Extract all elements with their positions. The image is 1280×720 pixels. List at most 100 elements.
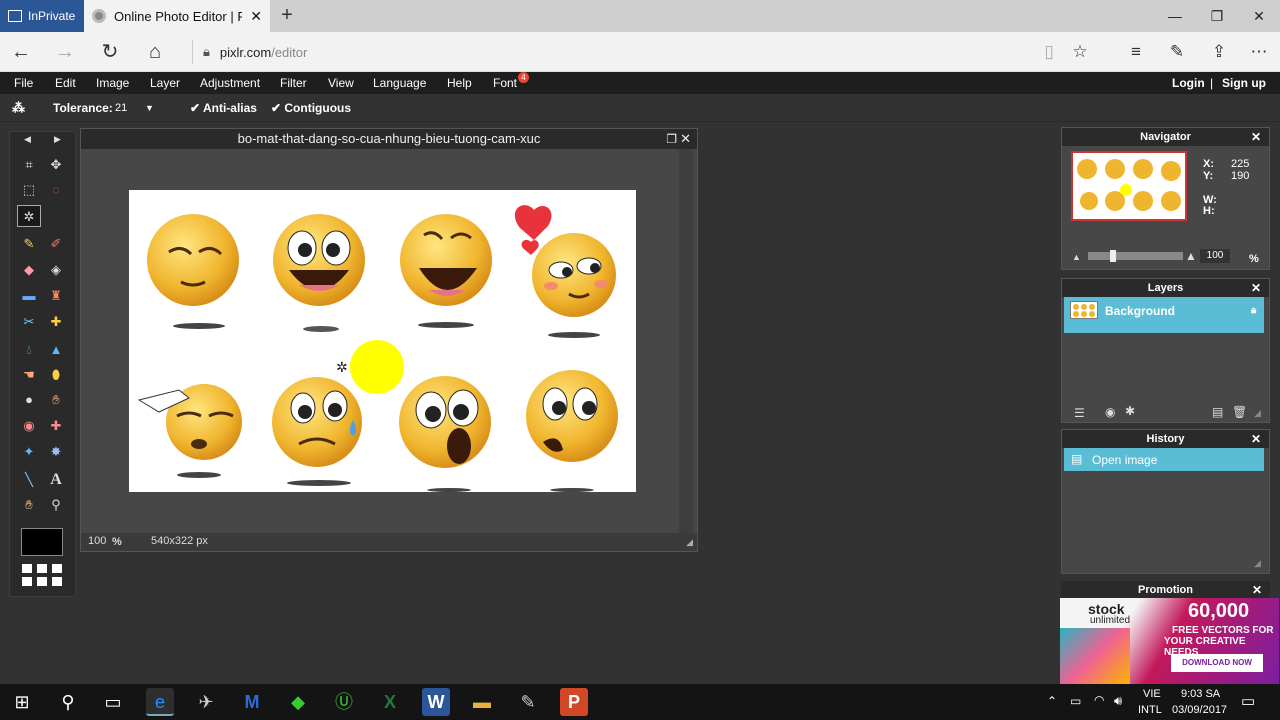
new-tab-button[interactable]: + (276, 4, 298, 26)
history-row[interactable]: ▤ Open image (1064, 448, 1264, 471)
more-icon[interactable]: ⋯ (1246, 40, 1272, 64)
menu-adjustment[interactable]: Adjustment (200, 72, 260, 94)
favorite-star-icon[interactable]: ☆ (1067, 40, 1093, 64)
navigator-header[interactable]: Navigator ✕ (1062, 128, 1269, 146)
image-window-titlebar[interactable]: bo-mat-that-dang-so-cua-nhung-bieu-tuong… (81, 129, 697, 149)
task-view-icon[interactable]: ▭ (99, 688, 127, 716)
menu-edit[interactable]: Edit (55, 72, 76, 94)
navigator-thumbnail[interactable] (1071, 151, 1187, 221)
share-icon[interactable]: ⇪ (1206, 40, 1232, 64)
promotion-download-button[interactable]: DOWNLOAD NOW (1171, 654, 1263, 672)
tolerance-value[interactable]: 21 (115, 94, 127, 122)
gradient-tool-icon[interactable]: ▬ (17, 285, 41, 307)
malwarebytes-icon[interactable]: M (238, 688, 266, 716)
clock-date[interactable]: 03/09/2017 (1172, 704, 1227, 716)
contiguous-checkbox[interactable]: ✔ Contiguous (271, 94, 351, 122)
login-link[interactable]: Login (1172, 72, 1205, 94)
hand-tool-icon[interactable]: ✋︎ (17, 494, 41, 516)
signup-link[interactable]: Sign up (1222, 72, 1266, 94)
burn-tool-icon[interactable]: ✋︎ (44, 389, 68, 411)
reading-view-icon[interactable]: ▯ (1036, 40, 1062, 64)
menu-file[interactable]: File (14, 72, 33, 94)
menu-font[interactable]: Font 4 (493, 72, 530, 94)
antialias-checkbox[interactable]: ✔ Anti-alias (190, 94, 257, 122)
url-field[interactable]: 🔒︎ pixlr.com/editor (192, 40, 1012, 64)
layers-header[interactable]: Layers ✕ (1062, 279, 1269, 297)
foreground-color-swatch[interactable] (21, 528, 63, 556)
zoom-value[interactable]: 100 (88, 535, 106, 547)
navigator-zoom-slider[interactable] (1088, 250, 1183, 262)
edge-browser-icon[interactable]: e (146, 688, 174, 716)
forward-button[interactable]: → (52, 40, 78, 64)
history-resize-grip-icon[interactable]: ◢ (1254, 558, 1261, 569)
marquee-tool-icon[interactable]: ⬚ (17, 179, 41, 201)
input-language-2[interactable]: INTL (1138, 704, 1162, 716)
spot-heal-tool-icon[interactable]: ✚ (44, 311, 68, 333)
tools-right-arrow-icon[interactable]: ▶ (54, 134, 61, 145)
close-history-icon[interactable]: ✕ (1251, 430, 1261, 448)
new-layer-icon[interactable]: ▤ (1212, 405, 1223, 419)
word-icon[interactable]: W (422, 688, 450, 716)
home-button[interactable]: ⌂ (142, 40, 168, 64)
resize-grip-icon[interactable]: ◢ (686, 537, 693, 548)
layer-mask-icon[interactable]: ◉ (1105, 405, 1115, 419)
menu-view[interactable]: View (328, 72, 354, 94)
brush-tool-icon[interactable]: ✐ (44, 233, 68, 255)
layers-resize-grip-icon[interactable]: ◢ (1254, 408, 1261, 419)
close-window-button[interactable]: ✕ (1244, 6, 1274, 26)
minimize-button[interactable]: — (1160, 6, 1190, 26)
tools-left-arrow-icon[interactable]: ◀ (24, 134, 31, 145)
close-layers-icon[interactable]: ✕ (1251, 279, 1261, 297)
excel-icon[interactable]: X (376, 688, 404, 716)
refresh-button[interactable]: ↻ (97, 40, 123, 64)
wifi-icon[interactable]: ◠ (1094, 693, 1104, 707)
menu-image[interactable]: Image (96, 72, 129, 94)
redeye-tool-icon[interactable]: ✂ (17, 311, 41, 333)
blur-tool-icon[interactable]: 💧︎ (17, 339, 41, 361)
app-icon[interactable]: ✎ (514, 688, 542, 716)
powerpoint-icon[interactable]: P (560, 688, 588, 716)
close-promotion-icon[interactable]: ✕ (1252, 581, 1262, 599)
redeye-removal-icon[interactable]: ◉ (17, 415, 41, 437)
browser-tab[interactable]: Online Photo Editor | Pi ✕ (84, 0, 270, 32)
search-icon[interactable]: ⚲ (54, 688, 82, 716)
start-windows-icon[interactable]: ⊞ (8, 688, 36, 716)
utorrent-icon[interactable]: Ⓤ (330, 688, 358, 716)
volume-icon[interactable]: 🔊︎ (1114, 693, 1122, 709)
app-icon[interactable]: ◆ (284, 688, 312, 716)
layer-settings-icon[interactable]: ☰ (1074, 406, 1085, 420)
wand-tool-icon[interactable]: ✲ (17, 205, 41, 227)
sharpen-tool-icon[interactable]: ▲ (44, 339, 68, 361)
pencil-tool-icon[interactable]: ✎ (17, 233, 41, 255)
web-note-icon[interactable]: ✎ (1164, 40, 1190, 64)
show-hidden-icons[interactable]: ⌃ (1047, 694, 1057, 708)
hub-icon[interactable]: ≡ (1123, 40, 1149, 64)
maximize-button[interactable]: ❐ (1202, 6, 1232, 26)
app-icon[interactable]: ✈ (192, 688, 220, 716)
bloat-tool-icon[interactable]: ✸ (44, 441, 68, 463)
delete-layer-icon[interactable]: 🗑︎ (1232, 405, 1247, 419)
spot-tool-icon[interactable]: ✚ (44, 415, 68, 437)
menu-filter[interactable]: Filter (280, 72, 307, 94)
picker-tool-icon[interactable]: ╲ (17, 469, 41, 491)
close-navigator-icon[interactable]: ✕ (1251, 128, 1261, 146)
promotion-banner[interactable]: stock unlimited 60,000 FREE VECTORS FOR … (1060, 598, 1279, 684)
layer-row[interactable]: Background 🔒︎ (1064, 297, 1264, 333)
sponge-tool-icon[interactable]: ⬮ (44, 364, 68, 386)
battery-icon[interactable]: ▭ (1070, 694, 1081, 708)
menu-help[interactable]: Help (447, 72, 472, 94)
move-tool-icon[interactable]: ✥ (44, 154, 68, 176)
vertical-scrollbar[interactable] (679, 149, 693, 533)
input-language-1[interactable]: VIE (1143, 688, 1161, 700)
file-explorer-icon[interactable]: ▬ (468, 688, 496, 716)
zoom-tool-icon[interactable]: ⚲ (44, 494, 68, 516)
navigator-zoom-field[interactable]: 100 (1200, 249, 1230, 263)
bucket-tool-icon[interactable]: ◈ (44, 259, 68, 281)
crop-tool-icon[interactable]: ⌗ (17, 154, 41, 176)
history-header[interactable]: History ✕ (1062, 430, 1269, 448)
pinch-tool-icon[interactable]: ✦ (17, 441, 41, 463)
zoom-out-icon[interactable]: ▲ (1072, 252, 1081, 262)
text-tool-icon[interactable]: A (44, 469, 68, 491)
zoom-slider-thumb[interactable] (1110, 250, 1116, 262)
menu-language[interactable]: Language (373, 72, 426, 94)
